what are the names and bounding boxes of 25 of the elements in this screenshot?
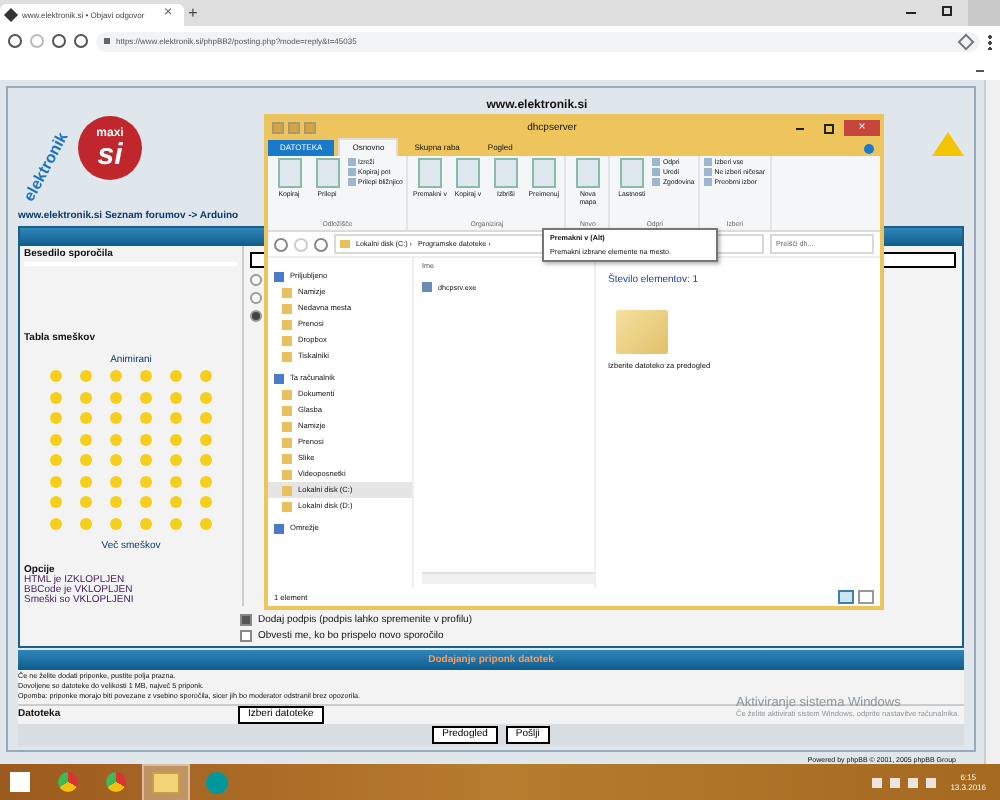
document-icon: [619, 158, 644, 188]
document-icon: [417, 158, 442, 188]
checkbox[interactable]: [240, 629, 252, 641]
radio-button[interactable]: [250, 274, 262, 286]
document-icon: [455, 158, 480, 188]
taskbar-button[interactable]: [142, 763, 190, 800]
document-icon[interactable]: [288, 122, 300, 134]
checkbox[interactable]: [240, 613, 252, 625]
application-icon: [422, 282, 432, 292]
document-icon: [575, 158, 600, 188]
browser-icon: [58, 772, 78, 792]
document-icon: [277, 158, 301, 188]
radio-button[interactable]: [250, 292, 262, 304]
scrollbar[interactable]: [984, 80, 1000, 764]
browser-icon: [106, 772, 126, 792]
document-icon: [315, 158, 339, 188]
logo-text: si: [97, 139, 123, 169]
document-icon: [493, 158, 518, 188]
radio-button[interactable]: [250, 310, 262, 322]
details-view-icon[interactable]: [838, 590, 854, 604]
scrollbar[interactable]: [422, 572, 594, 584]
document-icon: [531, 158, 556, 188]
icons-view-icon[interactable]: [858, 590, 874, 604]
new-tab-button[interactable]: +: [188, 4, 198, 22]
favicon-icon: [3, 7, 19, 23]
